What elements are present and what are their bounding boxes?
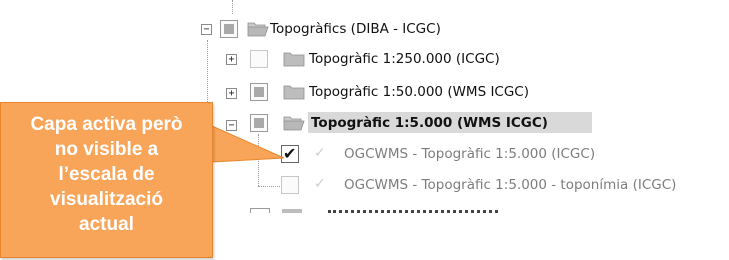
callout-line: l’escala de bbox=[58, 164, 155, 185]
layer-checkbox[interactable] bbox=[250, 50, 268, 68]
expand-toggle[interactable]: + bbox=[226, 54, 237, 65]
tree-node-label: Topogràfic 1:50.000 (WMS ICGC) bbox=[309, 84, 530, 100]
tree-node-label: Topogràfics (DIBA - ICGC) bbox=[270, 21, 441, 37]
callout-line: visualització bbox=[50, 189, 163, 210]
expand-toggle[interactable]: + bbox=[226, 88, 237, 99]
layer-checkbox[interactable] bbox=[281, 176, 299, 194]
layer-type-icon: ✓ bbox=[314, 145, 326, 161]
tree-node-label: Topogràfic 1:5.000 (WMS ICGC) bbox=[311, 115, 548, 131]
tree-node-cut-off bbox=[248, 205, 508, 213]
callout-pointer bbox=[211, 125, 285, 163]
callout-line: no visible a bbox=[54, 139, 159, 160]
folder-open-icon bbox=[247, 22, 269, 37]
tree-node-label: Topogràfic 1:250.000 (ICGC) bbox=[309, 51, 500, 67]
callout-line: Capa activa però bbox=[30, 114, 183, 135]
collapse-toggle[interactable]: − bbox=[201, 24, 212, 35]
tree-connector bbox=[232, 0, 233, 14]
callout-line: actual bbox=[79, 214, 134, 235]
folder-icon bbox=[283, 85, 305, 100]
tree-node-label: OGCWMS - Topogràfic 1:5.000 - toponímia … bbox=[344, 177, 677, 193]
tree-connector bbox=[258, 186, 280, 187]
layer-checkbox[interactable] bbox=[220, 20, 238, 38]
layer-type-icon: ✓ bbox=[314, 176, 326, 192]
layer-checkbox[interactable] bbox=[250, 83, 268, 101]
callout-text: Capa activa però no visible a l’escala d… bbox=[0, 112, 213, 237]
folder-icon bbox=[283, 52, 305, 67]
tree-node-label: OGCWMS - Topogràfic 1:5.000 (ICGC) bbox=[344, 146, 596, 162]
